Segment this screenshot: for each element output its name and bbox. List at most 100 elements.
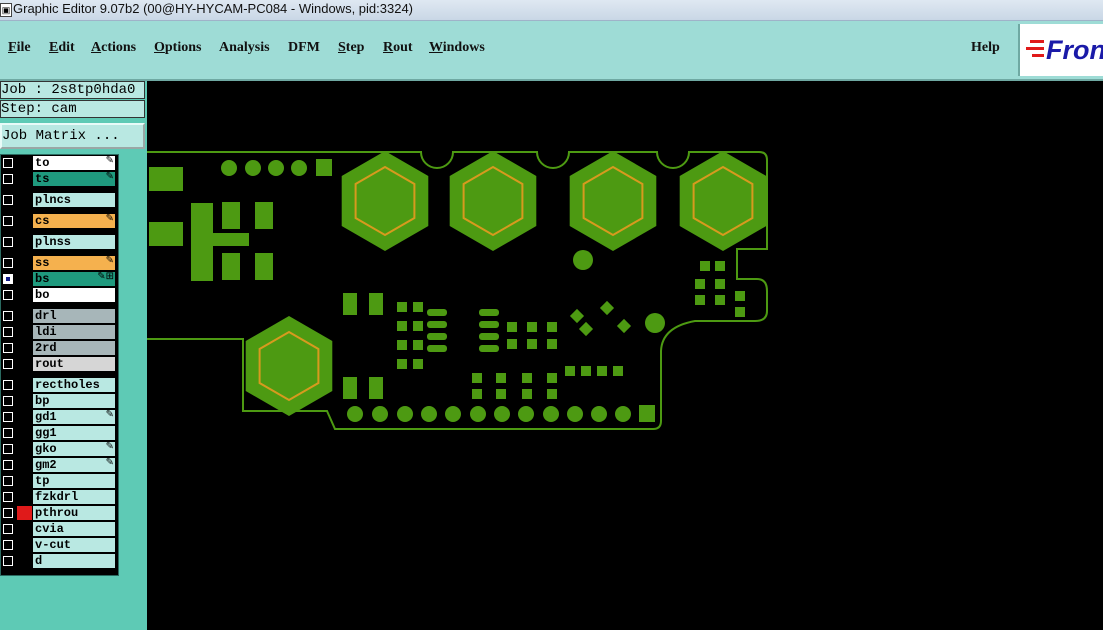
layer-checkbox[interactable] [3, 359, 13, 369]
layer-checkbox[interactable] [3, 540, 13, 550]
layer-row-plnss[interactable]: plnss [1, 234, 118, 250]
layer-name[interactable]: drl [33, 309, 115, 323]
layer-name[interactable]: rout [33, 357, 115, 371]
layer-checkbox[interactable] [3, 396, 13, 406]
layer-color-swatch [17, 288, 32, 302]
layer-name[interactable]: v-cut [33, 538, 115, 552]
layer-checkbox[interactable] [3, 508, 13, 518]
layer-checkbox[interactable] [3, 476, 13, 486]
layer-name[interactable]: bp [33, 394, 115, 408]
layer-checkbox[interactable] [3, 556, 13, 566]
layer-checkbox[interactable] [3, 460, 13, 470]
menu-file[interactable]: File [8, 40, 31, 56]
layer-name[interactable]: bo [33, 288, 115, 302]
layer-list: to ✎ ts ✎ plncs cs ✎ plnss ss ✎ bs ✎⊞ bo drl ldi 2rd rou… [0, 154, 119, 576]
layer-checkbox[interactable] [3, 524, 13, 534]
layer-name[interactable]: ts [33, 172, 115, 186]
layer-name[interactable]: tp [33, 474, 115, 488]
layer-name[interactable]: pthrou [33, 506, 115, 520]
layer-row-bo[interactable]: bo [1, 287, 118, 303]
layer-checkbox[interactable] [3, 311, 13, 321]
layer-checkbox[interactable] [3, 412, 13, 422]
layer-name[interactable]: 2rd [33, 341, 115, 355]
job-matrix-button[interactable]: Job Matrix ... [0, 123, 145, 149]
smd-pad [255, 253, 273, 280]
smd-pad [735, 291, 745, 301]
layer-row-gd1[interactable]: gd1 ✎ [1, 409, 118, 425]
layer-name[interactable]: d [33, 554, 115, 568]
layer-row-ss[interactable]: ss ✎ [1, 255, 118, 271]
layer-color-swatch [17, 554, 32, 568]
layer-checkbox[interactable] [3, 174, 13, 184]
copper-pour [191, 203, 249, 281]
menu-edit[interactable]: Edit [49, 40, 75, 56]
layer-checkbox[interactable] [3, 428, 13, 438]
layer-name[interactable]: to [33, 156, 115, 170]
layer-row-bs[interactable]: bs ✎⊞ [1, 271, 118, 287]
layer-name[interactable]: gg1 [33, 426, 115, 440]
menu-actions[interactable]: Actions [91, 40, 136, 56]
layer-checkbox[interactable] [3, 216, 13, 226]
layer-row-cs[interactable]: cs ✎ [1, 213, 118, 229]
layer-name[interactable]: ss [33, 256, 115, 270]
menu-options[interactable]: Options [154, 40, 201, 56]
layer-checkbox[interactable] [3, 258, 13, 268]
layer-checkbox[interactable] [3, 237, 13, 247]
menu-help[interactable]: Help [971, 40, 1000, 56]
menu-windows[interactable]: Windows [429, 40, 485, 56]
layer-checkbox[interactable] [3, 274, 13, 284]
ic-pad [427, 345, 447, 352]
layer-row-d[interactable]: d [1, 553, 118, 569]
layer-name[interactable]: rectholes [33, 378, 115, 392]
layer-checkbox[interactable] [3, 195, 13, 205]
layer-name[interactable]: gko [33, 442, 115, 456]
menu-rout[interactable]: Rout [383, 40, 413, 56]
layer-checkbox[interactable] [3, 380, 13, 390]
layer-row-fzkdrl[interactable]: fzkdrl [1, 489, 118, 505]
layer-name[interactable]: fzkdrl [33, 490, 115, 504]
layer-row-gg1[interactable]: gg1 [1, 425, 118, 441]
ic-pad [479, 345, 499, 352]
menu-analysis[interactable]: Analysis [219, 40, 270, 56]
layer-name[interactable]: cvia [33, 522, 115, 536]
layer-row-ldi[interactable]: ldi [1, 324, 118, 340]
layer-name[interactable]: plnss [33, 235, 115, 249]
layer-row-2rd[interactable]: 2rd [1, 340, 118, 356]
layer-checkbox[interactable] [3, 290, 13, 300]
smd-pad [413, 340, 423, 350]
layer-row-pthrou[interactable]: pthrou [1, 505, 118, 521]
layer-row-ts[interactable]: ts ✎ [1, 171, 118, 187]
layer-name[interactable]: cs [33, 214, 115, 228]
menu-dfm[interactable]: DFM [288, 40, 320, 56]
smd-pad [613, 366, 623, 376]
layer-checkbox[interactable] [3, 158, 13, 168]
layer-row-rectholes[interactable]: rectholes [1, 377, 118, 393]
layer-row-drl[interactable]: drl [1, 308, 118, 324]
layer-row-gko[interactable]: gko ✎ [1, 441, 118, 457]
layer-row-tp[interactable]: tp [1, 473, 118, 489]
pcb-canvas[interactable] [147, 81, 1103, 630]
menu-step[interactable]: Step [338, 40, 364, 56]
layer-row-plncs[interactable]: plncs [1, 192, 118, 208]
layer-color-swatch [17, 156, 32, 170]
smd-pad [700, 261, 710, 271]
layer-row-to[interactable]: to ✎ [1, 155, 118, 171]
layer-name[interactable]: gd1 [33, 410, 115, 424]
layer-checkbox[interactable] [3, 492, 13, 502]
layer-edit-icon: ✎⊞ [97, 271, 114, 282]
round-pad [245, 160, 261, 176]
layer-name[interactable]: plncs [33, 193, 115, 207]
layer-checkbox[interactable] [3, 343, 13, 353]
layer-row-cvia[interactable]: cvia [1, 521, 118, 537]
layer-checkbox[interactable] [3, 444, 13, 454]
round-pad [615, 406, 631, 422]
layer-row-gm2[interactable]: gm2 ✎ [1, 457, 118, 473]
layer-checkbox[interactable] [3, 327, 13, 337]
smd-pad [735, 307, 745, 317]
layer-row-v-cut[interactable]: v-cut [1, 537, 118, 553]
layer-row-rout[interactable]: rout [1, 356, 118, 372]
layer-name[interactable]: ldi [33, 325, 115, 339]
layer-name[interactable]: gm2 [33, 458, 115, 472]
layer-row-bp[interactable]: bp [1, 393, 118, 409]
smd-pad [255, 202, 273, 229]
